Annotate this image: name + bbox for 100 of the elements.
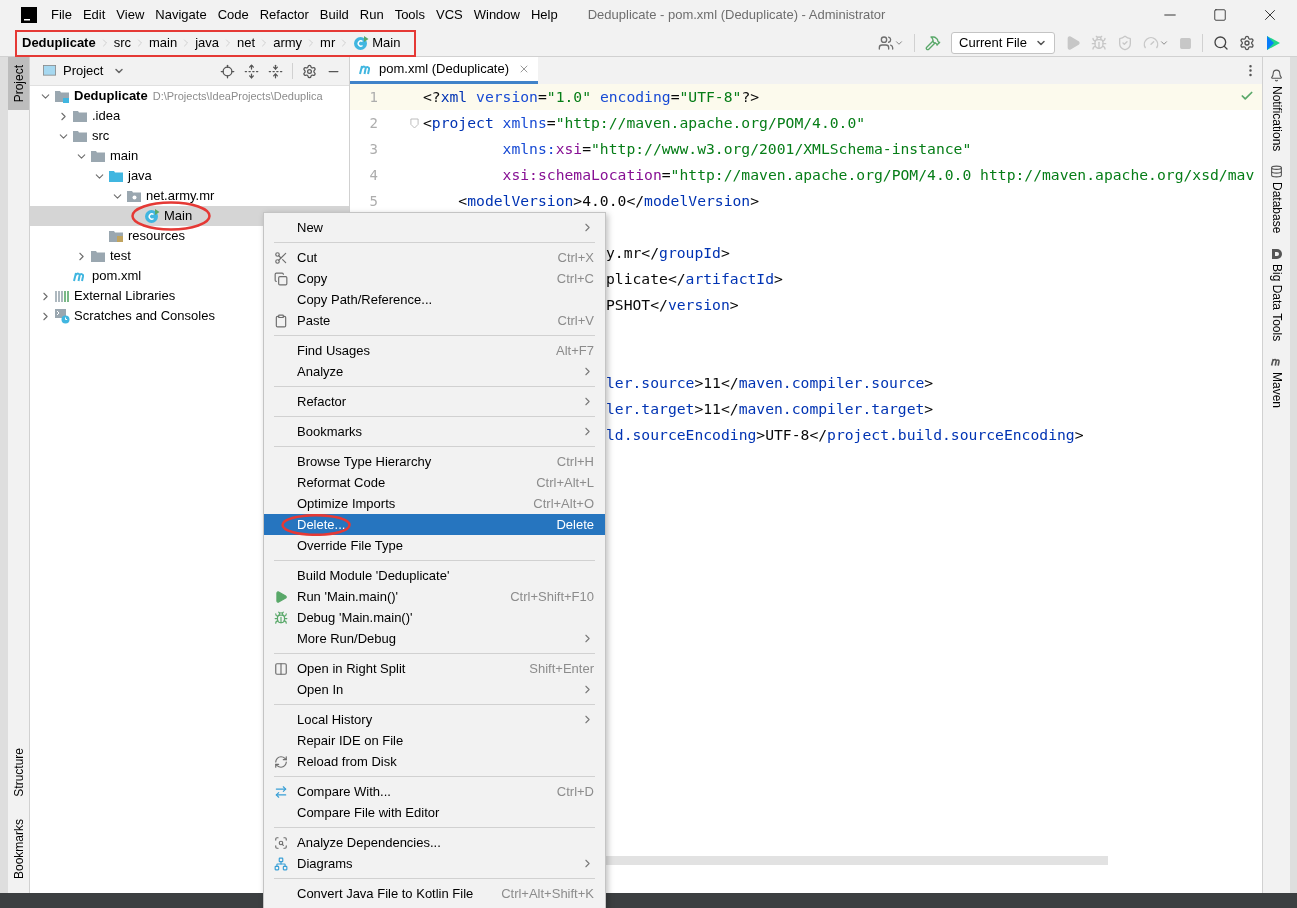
line-number: 3 [368, 139, 378, 159]
menu-item[interactable]: Bookmarks [264, 421, 605, 442]
menu-item[interactable]: Open In [264, 679, 605, 700]
menu-bar-item[interactable]: Tools [394, 5, 425, 25]
menu-bar-item[interactable]: VCS [436, 5, 463, 25]
menu-bar-item[interactable]: Refactor [259, 5, 309, 25]
maximize-icon[interactable] [1213, 8, 1227, 22]
code-line: xmlns:xsi="http://www.w3.org/2001/XMLSchema-instance" [501, 138, 972, 159]
tree-item[interactable]: .idea [30, 106, 349, 126]
menu-item[interactable]: Compare File with Editor [264, 802, 605, 823]
menu-item[interactable]: Refactor [264, 391, 605, 412]
tool-window-tab[interactable]: Bookmarks [8, 816, 29, 881]
build-icon[interactable] [925, 35, 942, 51]
editor-tab[interactable]: pom.xml (Deduplicate) [350, 57, 539, 84]
panel-icon [42, 64, 57, 78]
breadcrumb[interactable]: java [193, 33, 222, 53]
module-folder-icon [54, 88, 70, 104]
menu-item[interactable]: Copy Path/Reference... [264, 289, 605, 310]
split-icon [273, 661, 288, 676]
collapse-all-icon[interactable] [268, 63, 283, 79]
code-line: <project xmlns="http://maven.apache.org/POM/4.0.0" [423, 112, 866, 133]
tree-label: main [110, 147, 139, 166]
menu-item[interactable]: Delete... Delete [264, 514, 605, 535]
tool-window-tab[interactable]: Notifications [1267, 69, 1286, 152]
menu-bar-item[interactable]: View [116, 5, 145, 25]
libraries-icon [54, 288, 70, 304]
menu-item[interactable]: Reformat Code Ctrl+Alt+L [264, 472, 605, 493]
tool-window-tab[interactable]: Maven [1267, 354, 1286, 408]
resources-folder-icon [108, 228, 124, 244]
diagram-icon [273, 856, 288, 871]
breadcrumb[interactable]: main [147, 33, 180, 53]
breadcrumb[interactable]: army [271, 33, 305, 53]
menu-bar-item[interactable]: Edit [82, 5, 106, 25]
settings-icon[interactable] [302, 63, 317, 79]
menu-item[interactable]: Analyze Dependencies... [264, 832, 605, 853]
breadcrumb[interactable]: src [111, 33, 134, 53]
search-icon[interactable] [1213, 35, 1229, 51]
class-icon [353, 35, 370, 51]
menu-item[interactable]: Analyze [264, 361, 605, 382]
menu-bar-item[interactable]: Run [359, 5, 384, 25]
toolbox-logo-icon[interactable] [1265, 35, 1281, 51]
menu-item[interactable]: Run 'Main.main()' Ctrl+Shift+F10 [264, 586, 605, 607]
shortcut-label: Ctrl+H [556, 452, 594, 471]
menu-bar-item[interactable]: Navigate [155, 5, 207, 25]
panel-title[interactable]: Project [63, 61, 104, 81]
menu-item[interactable]: Paste Ctrl+V [264, 310, 605, 331]
menu-item[interactable]: Local History [264, 709, 605, 730]
menu-item[interactable]: Find Usages Alt+F7 [264, 340, 605, 361]
tree-item[interactable]: Deduplicate D:\Projects\IdeaProjects\Deduplica [30, 86, 349, 106]
locate-icon[interactable] [220, 63, 235, 79]
tree-item[interactable]: main [30, 146, 349, 166]
menu-bar-item[interactable]: Build [319, 5, 349, 25]
tool-window-tab[interactable]: Project [8, 57, 29, 111]
tree-item[interactable]: java [30, 166, 349, 186]
tree-label: src [92, 127, 110, 146]
menu-item[interactable]: More Run/Debug [264, 628, 605, 649]
menu-item[interactable]: Convert Java File to Kotlin File Ctrl+Alt+Shift+K [264, 883, 605, 904]
tree-item[interactable]: src [30, 126, 349, 146]
tool-window-tab[interactable]: Big Data Tools [1267, 247, 1286, 341]
tree-item[interactable]: net.army.mr [30, 186, 349, 206]
menu-item[interactable]: Open in Right Split Shift+Enter [264, 658, 605, 679]
settings-icon[interactable] [1239, 35, 1255, 51]
menu-item[interactable]: Copy Ctrl+C [264, 268, 605, 289]
menu-item[interactable]: Optimize Imports Ctrl+Alt+O [264, 493, 605, 514]
menu-item[interactable]: Diagrams [264, 853, 605, 874]
tree-label: java [128, 167, 152, 186]
big-data-icon [1270, 247, 1283, 260]
tree-label: net.army.mr [146, 187, 215, 206]
code-line: ld.sourceEncoding>UTF-8</project.build.sourceEncoding> [606, 424, 1084, 445]
menu-bar-item[interactable]: Help [530, 5, 558, 25]
menu-item[interactable]: Repair IDE on File [264, 730, 605, 751]
menu-bar-item[interactable]: Window [473, 5, 520, 25]
folder-icon [72, 128, 88, 144]
tool-window-tab[interactable]: Structure [8, 746, 29, 799]
menu-item[interactable]: Browse Type Hierarchy Ctrl+H [264, 451, 605, 472]
horizontal-scrollbar[interactable] [606, 856, 1108, 865]
breadcrumb[interactable]: Deduplicate [20, 33, 98, 53]
menu-bar-item[interactable]: File [51, 5, 72, 25]
expand-all-icon[interactable] [244, 63, 259, 79]
menu-item[interactable]: Debug 'Main.main()' [264, 607, 605, 628]
menu-item[interactable]: Cut Ctrl+X [264, 247, 605, 268]
menu-bar-item[interactable]: Code [217, 5, 249, 25]
shortcut-label: Ctrl+V [557, 311, 594, 330]
menu-item[interactable]: Build Module 'Deduplicate' [264, 565, 605, 586]
line-number: 1 [368, 87, 378, 107]
run-config-dropdown[interactable]: Current File [951, 32, 1055, 54]
breadcrumb[interactable]: mr [318, 33, 338, 53]
menu-item[interactable]: Compare With... Ctrl+D [264, 781, 605, 802]
reload-icon [273, 754, 288, 769]
tool-window-tab[interactable]: Database [1267, 165, 1286, 234]
tree-label: Scratches and Consoles [74, 307, 215, 326]
breadcrumb[interactable]: net [235, 33, 258, 53]
menu-item[interactable]: Override File Type [264, 535, 605, 556]
breadcrumb[interactable]: Main [351, 33, 403, 53]
users-icon[interactable] [878, 35, 905, 51]
menu-item[interactable]: Reload from Disk [264, 751, 605, 772]
folder-icon [90, 148, 106, 164]
scratches-icon [54, 308, 70, 324]
app-logo-icon[interactable] [21, 7, 37, 23]
bell-icon [1270, 69, 1283, 82]
